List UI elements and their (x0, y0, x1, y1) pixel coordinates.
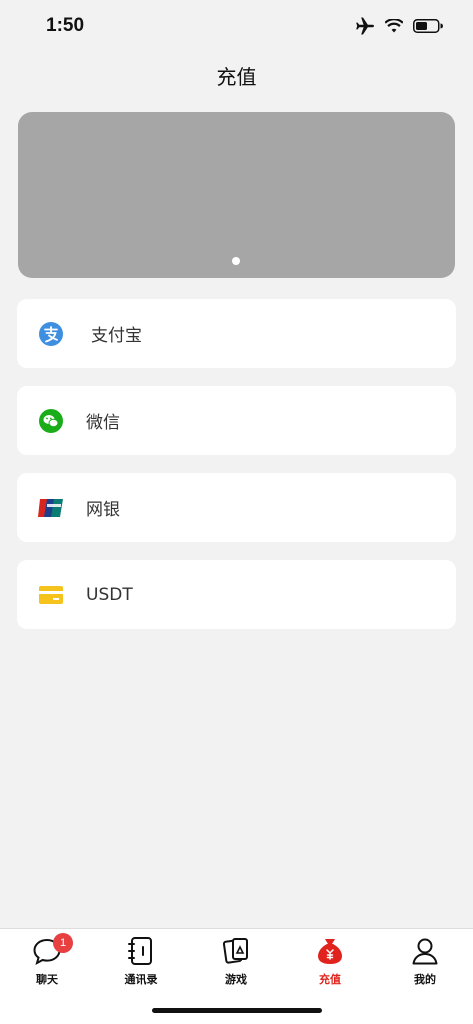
tab-label: 聊天 (36, 973, 58, 986)
money-bag-icon (314, 935, 346, 967)
tab-profile[interactable]: 我的 (385, 935, 465, 995)
unionpay-icon (37, 494, 65, 522)
payment-label: USDT (86, 584, 133, 605)
game-icon (220, 935, 252, 967)
payment-option-wechat[interactable]: 微信 (17, 386, 456, 455)
tab-label: 游戏 (225, 973, 247, 986)
tab-games[interactable]: 游戏 (196, 935, 276, 995)
contacts-icon (125, 935, 157, 967)
tab-chat[interactable]: 1 聊天 (7, 933, 87, 995)
payment-label: 支付宝 (91, 326, 142, 346)
status-bar: 1:50 (0, 0, 473, 52)
carousel-indicator-dot (232, 257, 240, 265)
wifi-icon (385, 19, 403, 33)
chat-icon: 1 (31, 933, 73, 967)
alipay-icon (37, 320, 65, 348)
home-indicator[interactable] (152, 1008, 322, 1013)
payment-label: 微信 (86, 413, 120, 433)
battery-icon (413, 19, 443, 33)
payment-option-unionpay[interactable]: 网银 (17, 473, 456, 542)
banner-carousel[interactable] (18, 112, 455, 278)
status-icons (355, 17, 443, 35)
tab-label: 充值 (319, 973, 341, 986)
payment-method-list: 支付宝 微信 网银 USDT (17, 299, 456, 647)
page-title: 充值 (216, 64, 257, 89)
profile-icon (409, 935, 441, 967)
payment-label: 网银 (86, 500, 120, 520)
wechat-icon (37, 407, 65, 435)
airplane-icon (356, 17, 374, 35)
payment-option-usdt[interactable]: USDT (17, 560, 456, 629)
card-icon (37, 581, 65, 609)
payment-option-alipay[interactable]: 支付宝 (17, 299, 456, 368)
tab-label: 我的 (414, 973, 436, 986)
nav-bar: 充值 (0, 52, 473, 98)
status-time: 1:50 (46, 15, 85, 36)
unread-badge: 1 (53, 933, 73, 953)
tab-recharge[interactable]: 充值 (290, 935, 370, 995)
tab-contacts[interactable]: 通讯录 (101, 935, 181, 995)
tab-label: 通讯录 (124, 973, 158, 986)
